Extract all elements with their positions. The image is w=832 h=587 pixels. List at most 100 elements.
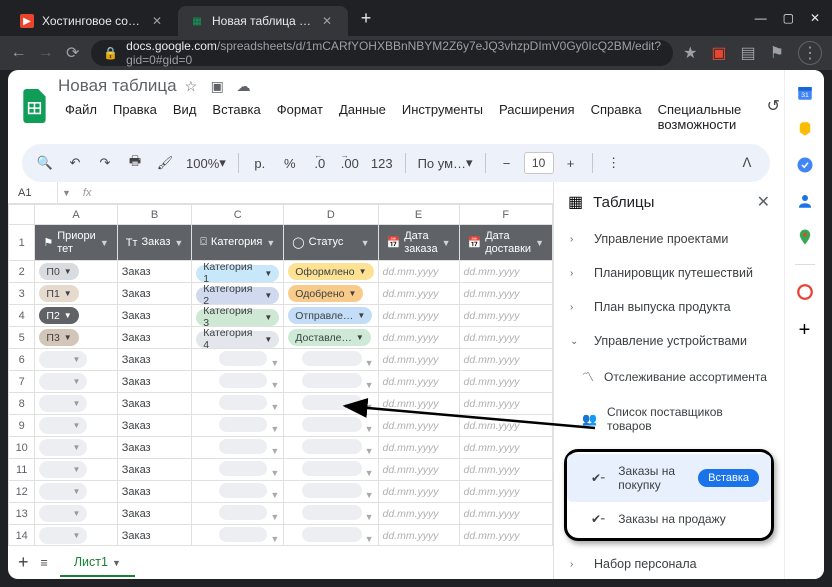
row-10[interactable]: 10 <box>9 437 35 459</box>
browser-tab-1[interactable]: ▶ Хостинговое сообщество «Tin… ✕ <box>8 6 178 36</box>
add-sheet[interactable]: + <box>18 552 29 573</box>
menu-Данные[interactable]: Данные <box>332 98 393 136</box>
col-B[interactable]: B <box>117 205 192 225</box>
insert-badge[interactable]: Вставка <box>698 469 759 487</box>
cell-order[interactable]: Заказ <box>117 305 192 327</box>
sheets-logo[interactable] <box>22 88 48 124</box>
history-icon[interactable]: ↺ <box>758 91 784 121</box>
menu-Расширения[interactable]: Расширения <box>492 98 582 136</box>
row-11[interactable]: 11 <box>9 459 35 481</box>
select-all-corner[interactable] <box>9 205 35 225</box>
font-select[interactable]: По ум… ▾ <box>414 150 477 176</box>
sp-sub-boxed-1[interactable]: ✔╴Заказы на продажу <box>567 502 771 536</box>
cell-date-order[interactable]: dd.mm.yyyy <box>378 261 459 283</box>
rail-add[interactable]: + <box>799 319 811 342</box>
sheet-tab-1[interactable]: Лист1▼ <box>60 549 135 577</box>
all-sheets[interactable]: ≡ <box>41 556 48 570</box>
sidepanel-close[interactable]: ✕ <box>757 192 770 212</box>
cell-category[interactable]: Категория 1▼ <box>192 261 284 283</box>
undo-button[interactable]: ↶ <box>62 150 88 176</box>
cell-status[interactable]: Отправле…▼ <box>284 305 378 327</box>
fontsize-inc[interactable]: + <box>558 150 584 176</box>
row-12[interactable]: 12 <box>9 481 35 503</box>
cell-priority[interactable]: П2▼ <box>35 305 117 327</box>
dec-more[interactable]: .00→ <box>337 150 363 176</box>
col-D[interactable]: D <box>284 205 378 225</box>
hdr-status[interactable]: ◯Статус▼ <box>284 225 378 261</box>
window-maximize[interactable]: ▢ <box>783 11 794 25</box>
row-13[interactable]: 13 <box>9 503 35 525</box>
contacts-icon[interactable] <box>796 192 814 210</box>
ext-icon-3[interactable]: ▤ <box>741 43 756 63</box>
percent-button[interactable]: % <box>277 150 303 176</box>
paint-format[interactable]: 🖌 <box>152 150 178 176</box>
col-F[interactable]: F <box>459 205 553 225</box>
row-7[interactable]: 7 <box>9 371 35 393</box>
doc-title[interactable]: Новая таблица <box>58 76 177 96</box>
row-8[interactable]: 8 <box>9 393 35 415</box>
cell-category[interactable]: Категория 4▼ <box>192 327 284 349</box>
toolbar-more[interactable]: ⋮ <box>601 150 627 176</box>
calendar-icon[interactable]: 31 <box>796 84 814 102</box>
sp-sub[interactable]: 〽Отслеживание ассортимента <box>558 358 780 395</box>
print-button[interactable]: 🖶 <box>122 150 148 176</box>
tab-close-2[interactable]: ✕ <box>322 14 336 28</box>
addon-icon[interactable] <box>796 283 814 301</box>
col-E[interactable]: E <box>378 205 459 225</box>
hdr-order[interactable]: TᴛЗаказ▼ <box>117 225 192 261</box>
cell-priority[interactable]: П0▼ <box>35 261 117 283</box>
browser-menu[interactable]: ⋮ <box>798 41 822 65</box>
hdr-priority[interactable]: ⚑Приори тет▼ <box>35 225 117 261</box>
sp-item-1[interactable]: ›Планировщик путешествий <box>558 256 780 290</box>
tasks-icon[interactable] <box>796 156 814 174</box>
keep-icon[interactable] <box>796 120 814 138</box>
menu-Вставка[interactable]: Вставка <box>205 98 267 136</box>
cell-status[interactable]: Одобрено▼ <box>284 283 378 305</box>
name-box-chev[interactable]: ▼ <box>58 188 75 198</box>
cell-order[interactable]: Заказ <box>117 261 192 283</box>
ext-icon-2[interactable]: ▣ <box>711 43 726 63</box>
dec-less[interactable]: .0← <box>307 150 333 176</box>
cell-date-delivery[interactable]: dd.mm.yyyy <box>459 283 553 305</box>
row-4[interactable]: 4 <box>9 305 35 327</box>
hdr-category[interactable]: ⌼Категория▼ <box>192 225 284 261</box>
cell-date-order[interactable]: dd.mm.yyyy <box>378 305 459 327</box>
row-2[interactable]: 2 <box>9 261 35 283</box>
hdr-date_delivery[interactable]: 📅Дата доставки▼ <box>459 225 553 261</box>
row-5[interactable]: 5 <box>9 327 35 349</box>
menu-Специальные возможности[interactable]: Специальные возможности <box>651 98 749 136</box>
menu-Правка[interactable]: Правка <box>106 98 164 136</box>
row-9[interactable]: 9 <box>9 415 35 437</box>
row-14[interactable]: 14 <box>9 525 35 546</box>
nav-back[interactable]: ← <box>10 43 27 63</box>
search-menus[interactable]: 🔍 <box>32 150 58 176</box>
redo-button[interactable]: ↷ <box>92 150 118 176</box>
cell-category[interactable]: Категория 3▼ <box>192 305 284 327</box>
sp-sub-boxed-0[interactable]: ✔╴Заказы на покупкуВставка <box>567 454 771 502</box>
move-icon[interactable]: ▣ <box>211 78 229 95</box>
hdr-date_order[interactable]: 📅Дата заказа▼ <box>378 225 459 261</box>
sp-item-3[interactable]: ⌄Управление устройствами <box>558 324 780 358</box>
menu-Формат[interactable]: Формат <box>270 98 330 136</box>
col-C[interactable]: C <box>192 205 284 225</box>
menu-Вид[interactable]: Вид <box>166 98 204 136</box>
row-3[interactable]: 3 <box>9 283 35 305</box>
ext-icon-4[interactable]: ⚑ <box>770 43 784 63</box>
menu-Справка[interactable]: Справка <box>584 98 649 136</box>
sp-item-2[interactable]: ›План выпуска продукта <box>558 290 780 324</box>
cell-date-delivery[interactable]: dd.mm.yyyy <box>459 261 553 283</box>
spreadsheet-grid[interactable]: ABC DEF 1⚑Приори тет▼TᴛЗаказ▼⌼Категория▼… <box>8 204 553 545</box>
cell-category[interactable]: Категория 2▼ <box>192 283 284 305</box>
sp-item-0[interactable]: ›Управление проектами <box>558 222 780 256</box>
browser-tab-2[interactable]: ▦ Новая таблица - Google Табл… ✕ <box>178 6 348 36</box>
collapse-toolbar[interactable]: ᐱ <box>734 150 760 176</box>
cloud-icon[interactable]: ☁ <box>237 78 255 95</box>
formula-bar[interactable] <box>99 182 553 203</box>
cell-date-delivery[interactable]: dd.mm.yyyy <box>459 327 553 349</box>
sp-sub[interactable]: 👥Список поставщиков товаров <box>558 395 780 443</box>
zoom-select[interactable]: 100% ▾ <box>182 150 230 176</box>
url-field[interactable]: 🔒 docs.google.com/spreadsheets/d/1mCARfY… <box>91 40 673 66</box>
cell-status[interactable]: Оформлено▼ <box>284 261 378 283</box>
star-icon[interactable]: ☆ <box>185 78 203 95</box>
nav-forward[interactable]: → <box>37 43 54 63</box>
